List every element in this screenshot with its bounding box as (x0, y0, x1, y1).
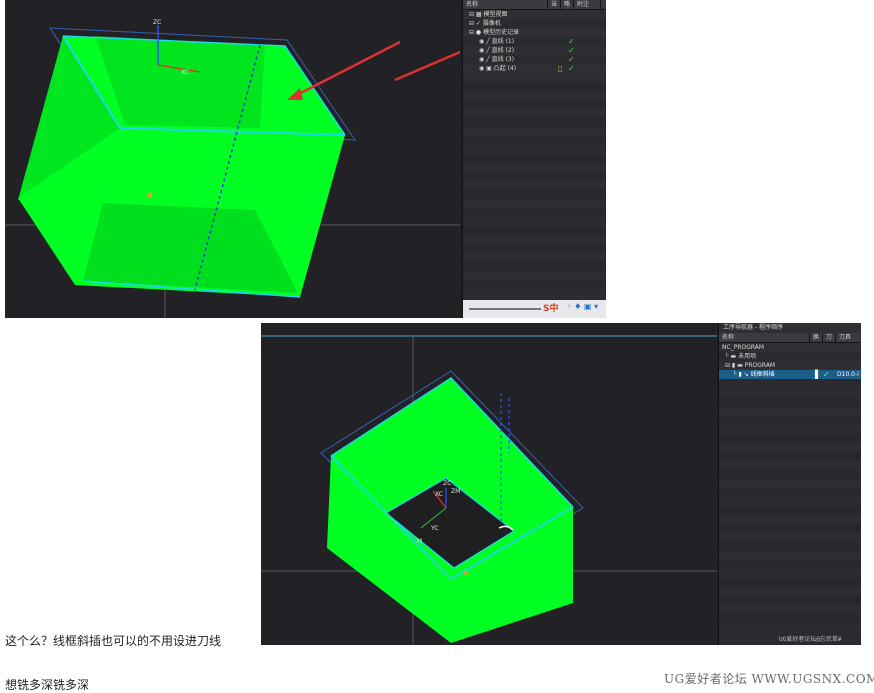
graphics-viewport-1[interactable]: ZC XC (5, 0, 461, 318)
xc-axis-label: XC (435, 491, 443, 498)
caption-line-1: 这个么？线框斜插也可以的不用设进刀线 (5, 634, 222, 648)
zc-axis-label: ZC (153, 19, 161, 26)
operation-navigator: 工序导航器 - 程序顺序 名称 换 刀 刀具 NC_PROGRAM └ ▬ 未用… (718, 323, 861, 645)
tree-item-program[interactable]: ⊟ ▮ ▬ PROGRAM (719, 361, 861, 370)
tree-item-line-1[interactable]: ◉ ╱ 直线 (1) ✓ (463, 37, 606, 46)
tree-item-label: 未用项 (738, 353, 757, 360)
tree-item-line-3[interactable]: ◉ ╱ 直线 (3) ✓ (463, 55, 606, 64)
col-tool-name-header[interactable]: 刀具 (836, 333, 861, 342)
col-sketch-header[interactable]: 略 (561, 0, 574, 9)
zm-axis-label: ZM (451, 488, 460, 495)
site-watermark: UG爱好者论坛 WWW.UGSNX.COM (664, 672, 874, 686)
zc-axis-label: ZC (443, 480, 451, 487)
check-icon: ✓ (568, 37, 575, 46)
tree-item-unused[interactable]: └ ▬ 未用项 (719, 352, 861, 361)
navigator-empty-area (719, 389, 861, 629)
tree-item-label: 直线 (3) (491, 56, 515, 63)
xc-axis-label: XC (181, 69, 189, 76)
check-icon: ✓ (823, 370, 830, 379)
col-name-header[interactable]: 名称 (463, 0, 548, 9)
navigator-title: 工序导航器 - 程序顺序 (719, 323, 861, 333)
forum-watermark: UG爱好者论坛@忘忧草# (779, 636, 842, 643)
tree-item-label: 直线 (2) (491, 47, 515, 54)
check-icon: ✓ (568, 64, 575, 73)
ime-icon[interactable]: S中 (543, 301, 558, 314)
tree-item-label: PROGRAM (744, 362, 776, 369)
model-view-1: ZC XC (5, 19, 461, 318)
check-icon: ✓ (568, 46, 575, 55)
m-axis-label: M (417, 538, 422, 545)
tree-item-nc-program[interactable]: NC_PROGRAM (719, 343, 861, 352)
navigator-empty-area (463, 73, 606, 298)
tool-name: D10.0-i (837, 371, 859, 378)
horizontal-scrollbar[interactable] (469, 308, 541, 310)
tree-item-label: 直线 (1) (491, 38, 515, 45)
col-note-header[interactable]: 附注 (574, 0, 601, 9)
navigator-tree: ⊟ ▦ 模型视图 ⊟ ✓ 摄像机 ⊟ ● 模型历史记录 ◉ ╱ 直线 (1) ✓ … (463, 10, 606, 73)
screenshot-1: ZC XC 名称 当 略 附注 ⊟ ▦ 模型视图 ⊟ ✓ 摄像机 ⊟ ● 模型历… (5, 0, 606, 318)
yc-axis-label: YC (430, 525, 439, 532)
part-navigator: 名称 当 略 附注 ⊟ ▦ 模型视图 ⊟ ✓ 摄像机 ⊟ ● 模型历史记录 ◉ … (462, 0, 606, 318)
ime-toolbar-icons[interactable]: ◦ ♦ ▣ ▾ (567, 302, 598, 311)
tree-item-extrude-4[interactable]: ◉ ▣ 凸起 (4) ▯ ✓ (463, 64, 606, 73)
navigator-header: 名称 当 略 附注 (463, 0, 606, 10)
navigator-header: 名称 换 刀 刀具 (719, 333, 861, 343)
screenshot-2: ZC XC YC ZM M 工序导航器 - 程序顺序 名称 换 刀 刀具 NC_… (261, 323, 861, 645)
check-icon: ✓ (568, 55, 575, 64)
lock-icon: ▯ (558, 64, 563, 73)
tree-item-label: NC_PROGRAM (722, 344, 765, 351)
caption-line-2: 想铣多深铣多深 (5, 678, 90, 692)
tree-item-label: 模型历史记录 (483, 29, 520, 36)
tree-item-label: 线框斜插 (750, 371, 775, 378)
tree-item-model-views[interactable]: ⊟ ▦ 模型视图 (463, 10, 606, 19)
model-view-2: ZC XC YC ZM M (261, 335, 717, 645)
tree-item-cameras[interactable]: ⊟ ✓ 摄像机 (463, 19, 606, 28)
navigator-footer: S中 ◦ ♦ ▣ ▾ (463, 300, 606, 318)
tree-item-wireframe-ramp[interactable]: └ ▮ ↘ 线框斜插 ▌ ✓ D10.0-i (719, 370, 861, 379)
tree-item-label: 模型视图 (483, 11, 508, 18)
col-current-header[interactable]: 当 (548, 0, 561, 9)
tree-item-model-history[interactable]: ⊟ ● 模型历史记录 (463, 28, 606, 37)
graphics-viewport-2[interactable]: ZC XC YC ZM M (261, 323, 717, 645)
col-name-header[interactable]: 名称 (719, 333, 810, 342)
tree-item-line-2[interactable]: ◉ ╱ 直线 (2) ✓ (463, 46, 606, 55)
tree-item-label: 凸起 (4) (493, 65, 517, 72)
flag-icon: ▌ (815, 370, 822, 379)
tree-item-label: 摄像机 (482, 20, 501, 27)
col-change-header[interactable]: 换 (810, 333, 823, 342)
navigator-tree: NC_PROGRAM └ ▬ 未用项 ⊟ ▮ ▬ PROGRAM └ ▮ ↘ 线… (719, 343, 861, 379)
col-tool-header[interactable]: 刀 (823, 333, 836, 342)
